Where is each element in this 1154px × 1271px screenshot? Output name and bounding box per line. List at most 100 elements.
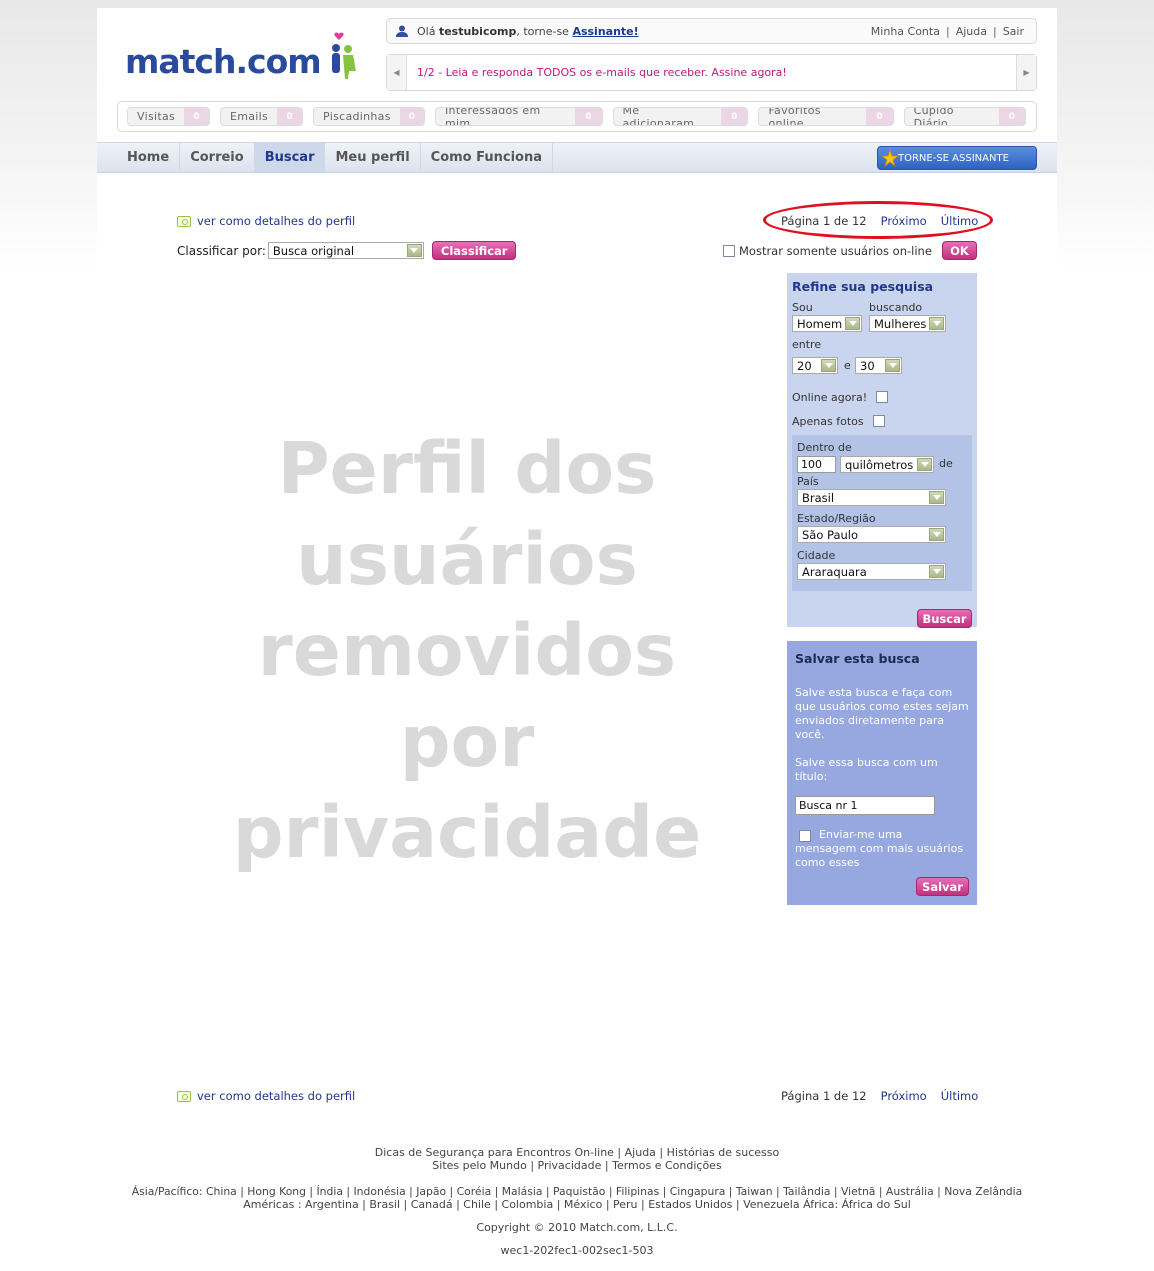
save-search-panel: Salvar esta busca Salve esta busca e faç… — [787, 641, 977, 905]
distance-unit-select[interactable]: quilômetros — [840, 456, 934, 473]
photos-only-checkbox[interactable] — [873, 415, 885, 427]
refine-title: Refine sua pesquisa — [792, 279, 934, 294]
last-page-link[interactable]: Último — [941, 1089, 979, 1103]
counter-cupido-diario[interactable]: Cupido Diário 0 — [903, 107, 1026, 126]
tab-meu-perfil[interactable]: Meu perfil — [325, 143, 421, 172]
city-select[interactable]: Araraquara — [797, 563, 946, 580]
activity-counters: Visitas 0 Emails 0 Piscadinhas 0 Interessad… — [117, 101, 1037, 132]
buscando-label: buscando — [869, 301, 923, 314]
within-label: Dentro de — [797, 441, 852, 454]
gender-select[interactable]: Homem — [792, 315, 862, 332]
tab-como-funciona[interactable]: Como Funciona — [421, 143, 553, 172]
counter-label: Cupido Diário — [913, 107, 954, 126]
counter-piscadinhas[interactable]: Piscadinhas 0 — [313, 107, 425, 126]
counter-badge: 0 — [575, 108, 602, 125]
footer-help-link[interactable]: Ajuda — [625, 1146, 656, 1159]
chevron-down-icon — [845, 317, 860, 330]
profile-view-icon — [177, 215, 191, 227]
my-account-link[interactable]: Minha Conta — [871, 25, 940, 38]
state-label: Estado/Região — [797, 512, 876, 525]
seeking-select[interactable]: Mulheres — [869, 315, 946, 332]
de-label: de — [939, 457, 953, 470]
next-page-link[interactable]: Próximo — [881, 1089, 927, 1103]
counter-badge: 0 — [184, 108, 209, 125]
star-icon — [881, 149, 899, 167]
counter-badge: 0 — [721, 108, 748, 125]
online-now-label: Online agora! — [792, 391, 868, 404]
subscribe-button[interactable]: TORNE-SE ASSINANTE — [877, 146, 1037, 170]
footer-stories-link[interactable]: Histórias de sucesso — [667, 1146, 780, 1159]
counter-label: Favoritos online — [768, 107, 821, 126]
counter-badge: 0 — [399, 108, 424, 125]
tab-home[interactable]: Home — [117, 143, 181, 172]
view-details-label: ver como detalhes do perfil — [197, 214, 356, 228]
online-only-row: Mostrar somente usuários on-line OK — [723, 241, 977, 260]
help-link[interactable]: Ajuda — [956, 25, 987, 38]
privacy-placeholder: Perfil dos usuários removidos por privac… — [232, 427, 702, 874]
counter-badge: 0 — [277, 108, 303, 125]
chevron-down-icon — [929, 491, 944, 504]
counter-label: Visitas — [137, 110, 176, 123]
match-logo[interactable]: match.com — [125, 28, 365, 88]
subscribe-link[interactable]: Assinante! — [572, 25, 638, 38]
online-only-checkbox[interactable] — [723, 244, 735, 257]
country-select[interactable]: Brasil — [797, 489, 946, 506]
footer-links-2: Sites pelo Mundo | Privacidade | Termos … — [432, 1159, 722, 1172]
chevron-down-icon — [885, 359, 900, 372]
age-and-label: e — [844, 359, 851, 372]
counter-visitas[interactable]: Visitas 0 — [127, 107, 210, 126]
photos-only-label: Apenas fotos — [792, 415, 864, 428]
refine-search-panel: Refine sua pesquisa Sou buscando Homem M… — [787, 273, 977, 628]
ticker-message[interactable]: 1/2 - Leia e responda TODOS os e-mails q… — [407, 66, 787, 79]
city-label: Cidade — [797, 549, 836, 562]
state-select[interactable]: São Paulo — [797, 526, 946, 543]
footer-safety-link[interactable]: Dicas de Segurança para Encontros On-lin… — [375, 1146, 614, 1159]
message-ticker: ◀ 1/2 - Leia e responda TODOS os e-mails… — [386, 54, 1037, 91]
save-button[interactable]: Salvar — [916, 877, 969, 896]
ok-button[interactable]: OK — [941, 241, 977, 260]
username: testubicomp — [438, 24, 517, 38]
footer-copyright: Copyright © 2010 Match.com, L.L.C. — [476, 1221, 678, 1234]
tab-correio[interactable]: Correio — [180, 143, 255, 172]
save-search-prompt: Salve essa busca com um título: — [795, 756, 938, 783]
online-now-checkbox[interactable] — [876, 391, 888, 403]
chevron-down-icon — [821, 359, 836, 372]
footer-privacy-link[interactable]: Privacidade — [538, 1159, 602, 1172]
counter-interessados[interactable]: Interessados em mim 0 — [435, 107, 603, 126]
view-details-link-top[interactable]: ver como detalhes do perfil — [177, 214, 355, 228]
counter-emails[interactable]: Emails 0 — [219, 107, 304, 126]
distance-input[interactable]: 100 — [797, 456, 836, 473]
view-details-link-bottom[interactable]: ver como detalhes do perfil — [177, 1089, 355, 1103]
footer-links-1: Dicas de Segurança para Encontros On-lin… — [374, 1146, 780, 1159]
footer-asia-sites[interactable]: Ásia/Pacífico: China | Hong Kong | Índia… — [97, 1185, 1057, 1198]
sort-button[interactable]: Classificar — [431, 241, 517, 260]
chevron-down-icon — [929, 565, 944, 578]
sort-select[interactable]: Busca original — [267, 242, 424, 259]
footer-sites-link[interactable]: Sites pelo Mundo — [432, 1159, 527, 1172]
pager-highlight-circle — [763, 201, 993, 239]
greeting: Olá testubicomp, torne-se Assinante! — [417, 24, 639, 38]
counter-badge: 0 — [866, 108, 893, 125]
main-nav: Home Correio Buscar Meu perfil Como Func… — [97, 142, 1057, 173]
footer-terms-link[interactable]: Termos e Condições — [612, 1159, 722, 1172]
couple-logo-icon — [332, 32, 356, 79]
subscribe-button-label: TORNE-SE ASSINANTE — [898, 152, 1009, 164]
chevron-down-icon — [406, 244, 422, 257]
location-box: Dentro de 100 quilômetros de País Brasil… — [792, 435, 972, 591]
page: match.com Olá testubicomp, torne-se Assi… — [97, 8, 1057, 1271]
pager-bottom: Página 1 de 12 Próximo Último — [781, 1089, 978, 1103]
counter-label: Emails — [229, 110, 269, 123]
age-min-select[interactable]: 20 — [792, 357, 838, 374]
age-max-select[interactable]: 30 — [855, 357, 902, 374]
counter-label: Interessados em mim — [445, 107, 541, 126]
tab-buscar[interactable]: Buscar — [254, 143, 326, 172]
logout-link[interactable]: Sair — [1003, 25, 1024, 38]
ticker-next-arrow-icon[interactable]: ▶ — [1016, 55, 1036, 90]
footer-americas-sites[interactable]: Américas : Argentina | Brasil | Canadá |… — [97, 1198, 1057, 1211]
ticker-prev-arrow-icon[interactable]: ◀ — [387, 55, 407, 90]
chevron-down-icon — [929, 528, 944, 541]
counter-favoritos-online[interactable]: Favoritos online 0 — [758, 107, 894, 126]
search-title-input[interactable]: Busca nr 1 — [795, 796, 935, 815]
search-button[interactable]: Buscar — [917, 609, 972, 628]
counter-me-adicionaram[interactable]: Me adicionaram 0 — [612, 107, 749, 126]
